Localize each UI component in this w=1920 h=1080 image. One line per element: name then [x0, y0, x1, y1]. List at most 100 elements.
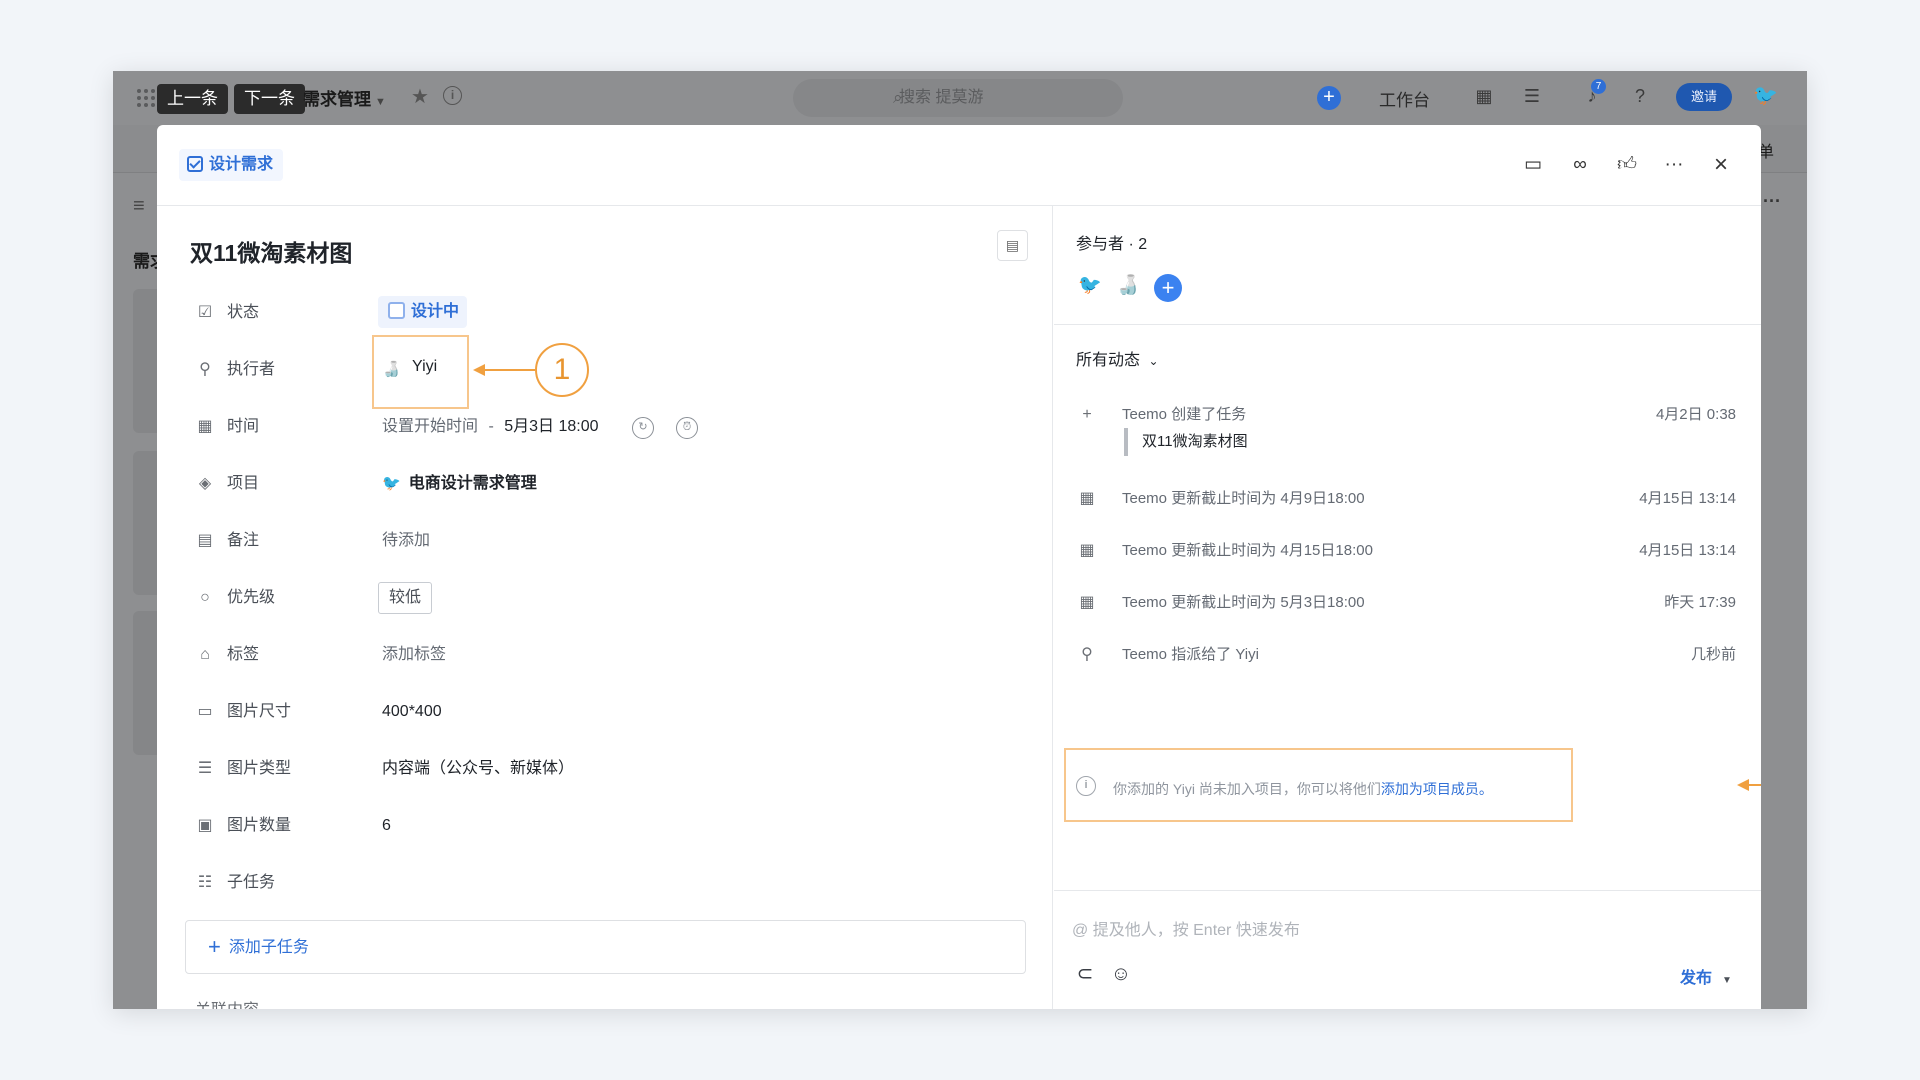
task-title[interactable]: 双11微淘素材图: [190, 234, 352, 268]
time-value[interactable]: 设置开始时间 - 5月3日 18:00: [382, 417, 599, 437]
chat-icon[interactable]: ☰: [1521, 85, 1543, 107]
field-image-size: ▭ 图片尺寸 400*400: [157, 692, 1037, 732]
workbench-link[interactable]: 工作台: [1379, 86, 1430, 111]
field-assignee: ⚲ 执行者 🍶 Yiyi 1: [157, 335, 1037, 409]
invite-button[interactable]: 邀请: [1676, 83, 1732, 111]
publish-button[interactable]: 发布 ▼: [1680, 964, 1732, 988]
status-chip[interactable]: 设计中: [378, 296, 468, 328]
modal-header: 设计需求 ▭ ∞ 👍︎ ··· ×: [157, 125, 1761, 206]
image-count-value[interactable]: 6: [382, 816, 391, 836]
help-icon[interactable]: ?: [1629, 85, 1651, 107]
note-icon: ▤: [197, 532, 213, 549]
field-label: 图片类型: [227, 760, 292, 777]
info-icon[interactable]: i: [443, 86, 462, 105]
field-label: 项目: [227, 475, 260, 492]
activity-item: + Teemo 创建了任务 4月2日 0:38: [1076, 400, 1736, 430]
project-member-notice: 你添加的 Yiyi 尚未加入项目，你可以将他们添加为项目成员。: [1113, 781, 1493, 797]
field-tags: ⌂ 标签 添加标签: [157, 635, 1037, 675]
activity-quote: 双11微淘素材图: [1124, 428, 1248, 456]
info-icon: i: [1076, 776, 1096, 796]
user-avatar[interactable]: 🐦: [1753, 83, 1781, 111]
calendar-icon[interactable]: ▦: [1473, 85, 1495, 107]
field-label: 执行者: [227, 361, 276, 378]
calendar-icon: ▦: [197, 418, 213, 435]
project-value[interactable]: 🐦 电商设计需求管理: [382, 474, 537, 494]
project-title[interactable]: 需求管理 ▼: [303, 85, 386, 110]
close-icon[interactable]: ×: [1707, 151, 1735, 179]
checkbox-icon: [388, 302, 405, 319]
task-type-tag[interactable]: 设计需求: [179, 149, 284, 181]
image-type-value[interactable]: 内容端（公众号、新媒体）: [382, 759, 574, 779]
repeat-icon[interactable]: ↻: [632, 417, 654, 439]
note-value[interactable]: 待添加: [382, 531, 430, 551]
field-label: 优先级: [227, 589, 276, 606]
tag-icon: ⌂: [200, 646, 210, 663]
add-participant-button[interactable]: +: [1154, 274, 1182, 302]
callout-marker-1: 1: [535, 343, 589, 397]
avatar[interactable]: 🍶: [1114, 272, 1142, 300]
activity-time: 昨天 17:39: [1664, 594, 1736, 611]
layout-toggle-icon[interactable]: ▤: [997, 230, 1028, 261]
field-label: 子任务: [227, 874, 276, 891]
app-top-bar: 上一条 下一条 需求管理 ▼ ★ i ⌕ 搜索 提莫游 + 工作台 ▦ ☰ ♪ 7 …: [113, 71, 1807, 125]
activity-item: ▦ Teemo 更新截止时间为 4月15日18:00 4月15日 13:14: [1076, 536, 1736, 566]
person-icon: ⚲: [199, 361, 211, 378]
chevron-down-icon: ▼: [375, 96, 386, 108]
field-note: ▤ 备注 待添加: [157, 521, 1037, 561]
link-icon[interactable]: ∞: [1566, 151, 1594, 179]
alarm-icon[interactable]: ⏰︎: [676, 417, 698, 439]
field-label: 图片尺寸: [227, 703, 292, 720]
list-icon: ☰: [197, 760, 213, 777]
activity-filter-dropdown[interactable]: 所有动态 ⌄: [1076, 346, 1159, 370]
list-icon: ☷: [197, 874, 213, 891]
add-subtask-button[interactable]: + 添加子任务: [185, 920, 1026, 974]
field-time: ▦ 时间 设置开始时间 - 5月3日 18:00 ↻ ⏰︎: [157, 407, 1037, 447]
notification-badge: 7: [1591, 79, 1606, 94]
video-icon[interactable]: ▭: [1519, 151, 1547, 179]
activity-text: Teemo 创建了任务: [1122, 406, 1247, 423]
activity-time: 4月15日 13:14: [1639, 542, 1736, 559]
more-icon[interactable]: ···: [1763, 191, 1781, 212]
checkbox-icon: [187, 156, 203, 172]
project-avatar: 🐦: [382, 475, 401, 492]
chevron-down-icon: ⌄: [1148, 354, 1159, 368]
emoji-icon[interactable]: ☺: [1108, 961, 1134, 987]
number-icon: ▣: [197, 817, 213, 834]
create-plus-icon[interactable]: +: [1317, 86, 1341, 110]
comment-input[interactable]: @ 提及他人，按 Enter 快速发布: [1072, 916, 1300, 940]
activity-text: Teemo 指派给了 Yiyi: [1122, 646, 1259, 663]
activity-panel: 参与者 · 2 🐦 🍶 + 所有动态 ⌄ + Teemo 创建了任务 4月2日 …: [1054, 206, 1761, 1009]
menu-icon[interactable]: ≡: [133, 195, 145, 218]
activity-item: ⚲ Teemo 指派给了 Yiyi 几秒前: [1076, 640, 1736, 670]
more-options-icon[interactable]: ···: [1660, 151, 1688, 179]
caret-down-icon[interactable]: ▼: [1722, 975, 1732, 986]
avatar[interactable]: 🐦: [1076, 272, 1104, 300]
text-box-icon: ▭: [197, 703, 213, 720]
apps-grid-icon[interactable]: [137, 89, 155, 107]
next-item-button[interactable]: 下一条: [234, 84, 305, 114]
field-label: 图片数量: [227, 817, 292, 834]
activity-time: 4月2日 0:38: [1655, 406, 1736, 423]
image-size-value[interactable]: 400*400: [382, 702, 442, 722]
add-member-link[interactable]: 添加为项目成员。: [1381, 781, 1493, 797]
activity-time: 几秒前: [1690, 646, 1736, 663]
field-status: ☑ 状态 设计中: [157, 293, 1037, 333]
task-fields-panel: 双11微淘素材图 ▤ ☑ 状态 设计中 ⚲ 执行者 🍶 Yiyi 1 ▦ 时间 设…: [157, 206, 1053, 1009]
prev-item-button[interactable]: 上一条: [157, 84, 228, 114]
star-icon[interactable]: ★: [411, 84, 429, 109]
field-label: 备注: [227, 532, 260, 549]
divider: [1054, 324, 1761, 325]
avatar: 🍶: [382, 361, 401, 378]
assignee-value[interactable]: 🍶 Yiyi: [382, 358, 437, 382]
global-search[interactable]: ⌕ 搜索 提莫游: [793, 79, 1123, 117]
activity-text: Teemo 更新截止时间为 5月3日18:00: [1122, 594, 1365, 611]
divider: [1054, 890, 1761, 891]
field-image-type: ☰ 图片类型 内容端（公众号、新媒体）: [157, 749, 1037, 789]
tags-value[interactable]: 添加标签: [382, 645, 446, 665]
attachment-icon[interactable]: ⊂: [1072, 961, 1098, 987]
field-label: 状态: [227, 304, 260, 321]
thumbs-up-icon[interactable]: 👍︎: [1613, 151, 1641, 179]
activity-time: 4月15日 13:14: [1639, 490, 1736, 507]
field-label: 标签: [227, 646, 260, 663]
priority-chip[interactable]: 较低: [378, 582, 433, 614]
